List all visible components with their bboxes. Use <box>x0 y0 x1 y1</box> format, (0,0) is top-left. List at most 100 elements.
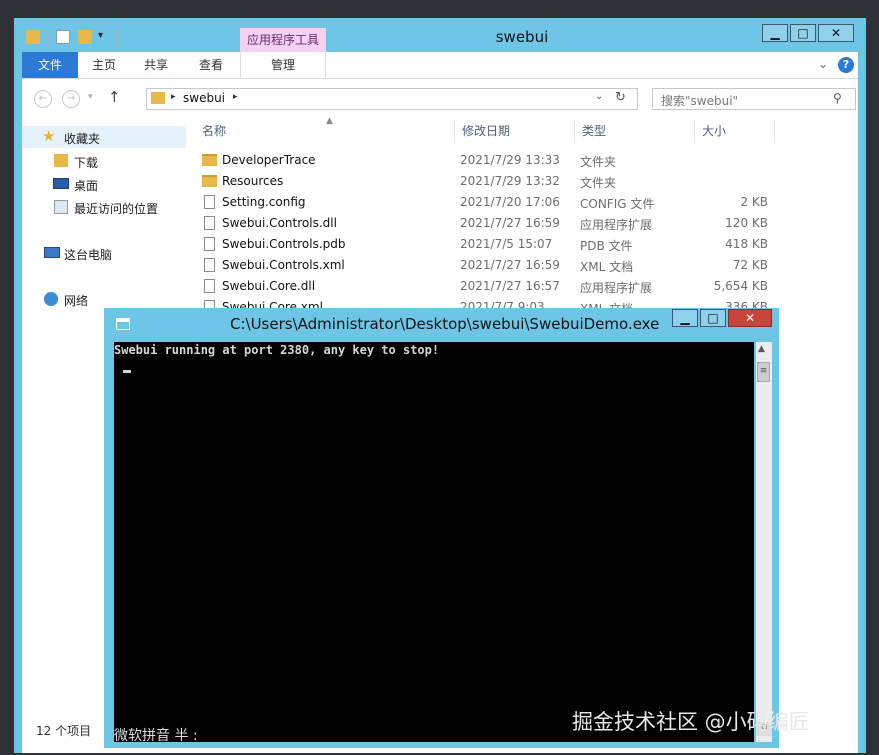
nav-item-favorites[interactable]: ★ 收藏夹 <box>22 126 186 148</box>
expand-ribbon-icon[interactable]: ⌄ <box>818 57 828 71</box>
forward-button[interactable]: → <box>62 90 80 108</box>
file-size: 418 KB <box>725 237 768 251</box>
column-divider[interactable] <box>454 120 455 142</box>
new-folder-icon[interactable] <box>78 30 92 44</box>
explorer-titlebar <box>22 22 858 52</box>
customize-qat-icon[interactable]: ▾ <box>98 30 103 41</box>
column-header-type[interactable]: 类型 <box>582 120 606 142</box>
folder-icon <box>202 175 217 187</box>
file-row[interactable]: Swebui.Core.dll 2021/7/27 16:57 应用程序扩展 5,65… <box>198 276 768 297</box>
breadcrumb-arrow-icon[interactable]: ▸ <box>233 92 238 102</box>
console-title: C:\Users\Administrator\Desktop\swebui\Sw… <box>230 315 660 333</box>
file-name: Swebui.Controls.dll <box>222 216 337 230</box>
file-date: 2021/7/27 16:59 <box>460 258 560 272</box>
context-tab-group-label: 应用程序工具 <box>246 33 319 47</box>
ime-status: 微软拼音 半 : <box>114 728 198 744</box>
address-bar[interactable]: ▸ swebui ▸ ⌄ ↻ <box>146 88 638 110</box>
file-name: Swebui.Controls.pdb <box>222 237 346 251</box>
nav-label: 下载 <box>74 156 99 170</box>
nav-item-this-pc[interactable]: 这台电脑 <box>22 242 186 264</box>
close-button[interactable]: ✕ <box>818 24 854 42</box>
tab-share[interactable]: 共享 <box>130 52 182 78</box>
file-name: Swebui.Core.dll <box>222 279 316 293</box>
file-type: PDB 文件 <box>580 239 633 253</box>
search-icon[interactable]: ⚲ <box>833 91 842 105</box>
column-divider[interactable] <box>774 120 775 142</box>
maximize-icon: □ <box>797 26 809 40</box>
file-row[interactable]: Setting.config 2021/7/20 17:06 CONFIG 文件 2 … <box>198 192 768 213</box>
tab-manage[interactable]: 管理 <box>240 52 326 78</box>
column-header-size[interactable]: 大小 <box>702 120 726 142</box>
column-divider[interactable] <box>574 120 575 142</box>
file-row[interactable]: Swebui.Controls.dll 2021/7/27 16:59 应用程序扩展… <box>198 213 768 234</box>
recent-places-icon <box>54 200 68 214</box>
file-row[interactable]: Swebui.Controls.xml 2021/7/27 16:59 XML 文档… <box>198 255 768 276</box>
tab-view[interactable]: 查看 <box>182 52 240 78</box>
file-type: 应用程序扩展 <box>580 218 653 232</box>
minimize-icon: ▁ <box>680 311 690 325</box>
properties-icon[interactable] <box>56 30 70 44</box>
column-header-name[interactable]: 名称 <box>202 120 226 142</box>
address-dropdown-icon[interactable]: ⌄ <box>595 91 603 102</box>
search-input[interactable]: 搜索"swebui" <box>661 92 738 109</box>
file-date: 2021/7/29 13:32 <box>460 174 560 188</box>
nav-item-recent[interactable]: 最近访问的位置 <box>22 196 186 218</box>
xml-file-icon <box>204 258 215 272</box>
console-scrollbar[interactable]: ▲ ≡ ▫ <box>756 342 772 742</box>
context-tab-group: 应用程序工具 <box>240 28 326 52</box>
file-name: Setting.config <box>222 195 306 209</box>
ribbon-tabs: 文件 主页 共享 查看 管理 ⌄ ? <box>22 52 858 79</box>
console-cursor <box>123 370 131 373</box>
close-icon: ✕ <box>830 26 842 40</box>
help-icon[interactable]: ? <box>838 57 854 73</box>
dll-file-icon <box>204 279 215 293</box>
nav-label: 网络 <box>64 294 89 308</box>
file-date: 2021/7/29 13:33 <box>460 153 560 167</box>
up-button[interactable]: ↑ <box>108 88 121 106</box>
file-type: 文件夹 <box>580 155 617 169</box>
file-row[interactable]: Resources 2021/7/29 13:32 文件夹 <box>198 171 768 192</box>
nav-item-downloads[interactable]: 下载 <box>22 150 186 172</box>
console-app-icon <box>116 318 130 330</box>
console-window: C:\Users\Administrator\Desktop\swebui\Sw… <box>104 308 779 748</box>
scroll-thumb[interactable]: ≡ <box>757 362 770 382</box>
column-header-date[interactable]: 修改日期 <box>462 120 510 142</box>
file-date: 2021/7/27 16:59 <box>460 216 560 230</box>
file-size: 120 KB <box>725 216 768 230</box>
file-date: 2021/7/20 17:06 <box>460 195 560 209</box>
console-minimize-button[interactable]: ▁ <box>672 309 698 327</box>
tab-file[interactable]: 文件 <box>22 52 78 78</box>
nav-item-desktop[interactable]: 桌面 <box>22 173 186 195</box>
file-name: DeveloperTrace <box>222 153 316 167</box>
console-output-area[interactable]: Swebui running at port 2380, any key to … <box>114 342 754 744</box>
file-type: 文件夹 <box>580 176 617 190</box>
close-icon: ✕ <box>744 311 756 325</box>
file-name: Swebui.Controls.xml <box>222 258 345 272</box>
breadcrumb[interactable]: swebui <box>183 91 225 105</box>
nav-label: 收藏夹 <box>64 132 101 146</box>
recent-locations-icon[interactable]: ▾ <box>88 92 93 102</box>
minimize-button[interactable]: ▁ <box>762 24 788 42</box>
file-size: 72 KB <box>732 258 768 272</box>
refresh-icon[interactable]: ↻ <box>615 90 626 105</box>
file-row[interactable]: DeveloperTrace 2021/7/29 13:33 文件夹 <box>198 150 768 171</box>
column-divider[interactable] <box>694 120 695 142</box>
breadcrumb-arrow-icon[interactable]: ▸ <box>171 92 176 102</box>
search-box[interactable]: 搜索"swebui" ⚲ <box>652 88 856 110</box>
folder-icon <box>151 92 165 104</box>
star-icon: ★ <box>42 127 56 145</box>
file-row[interactable]: Swebui.Controls.pdb 2021/7/5 15:07 PDB 文件 4… <box>198 234 768 255</box>
divider <box>116 28 117 46</box>
nav-item-network[interactable]: 网络 <box>22 288 186 310</box>
maximize-button[interactable]: □ <box>790 24 816 42</box>
scroll-up-icon[interactable]: ▲ <box>758 344 765 354</box>
config-file-icon <box>204 195 215 209</box>
file-name: Resources <box>222 174 284 188</box>
file-size: 5,654 KB <box>713 279 768 293</box>
back-button[interactable]: ← <box>34 90 52 108</box>
downloads-icon <box>54 154 68 167</box>
tab-home[interactable]: 主页 <box>78 52 130 78</box>
console-close-button[interactable]: ✕ <box>728 309 772 327</box>
console-maximize-button[interactable]: □ <box>700 309 726 327</box>
file-type: CONFIG 文件 <box>580 197 655 211</box>
